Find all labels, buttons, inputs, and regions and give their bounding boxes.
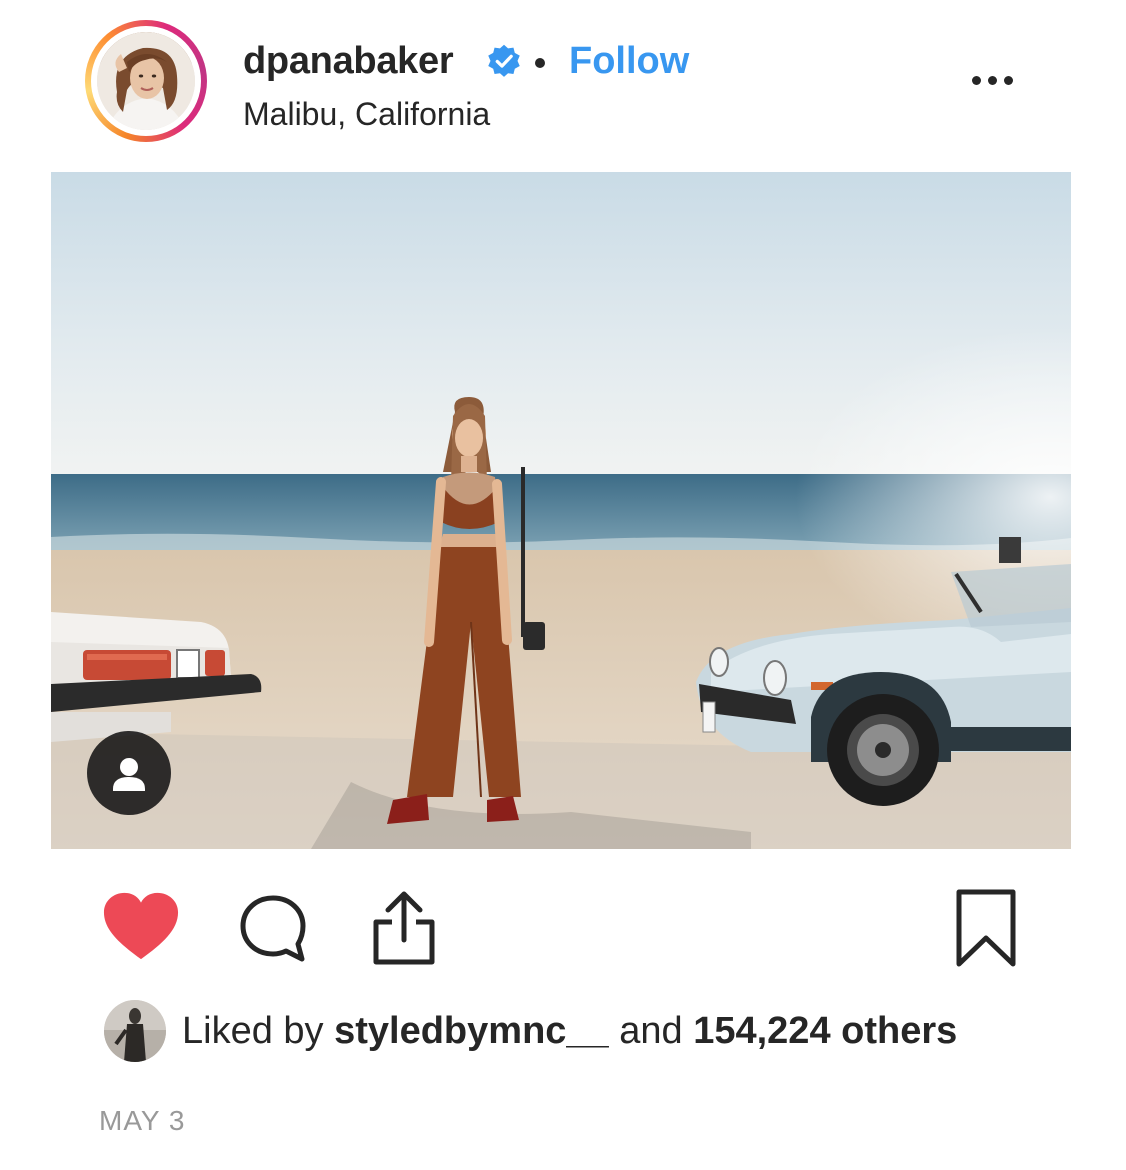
verified-badge-icon	[488, 44, 520, 77]
more-options-icon[interactable]	[966, 62, 1020, 102]
liker-avatar[interactable]	[104, 1000, 166, 1062]
likes-count[interactable]: 154,224 others	[693, 1010, 957, 1052]
user-tag-icon[interactable]	[87, 731, 171, 815]
username[interactable]: dpanabaker	[243, 38, 454, 84]
likes-prefix: Liked by	[182, 1010, 324, 1052]
comment-icon[interactable]	[236, 892, 310, 966]
post-image[interactable]	[51, 172, 1071, 849]
post-location[interactable]: Malibu, California	[243, 94, 490, 134]
follow-button[interactable]: Follow	[569, 38, 689, 84]
share-icon[interactable]	[368, 890, 440, 966]
profile-photo	[97, 32, 195, 130]
liker-username[interactable]: styledbymnc__	[334, 1010, 609, 1052]
bookmark-icon[interactable]	[953, 888, 1019, 968]
separator-dot	[535, 58, 545, 68]
instagram-post: dpanabaker Follow Malibu, California Lik…	[0, 0, 1126, 1170]
profile-avatar[interactable]	[85, 20, 207, 142]
heart-icon[interactable]	[102, 890, 180, 964]
likes-conjunction: and	[619, 1010, 683, 1052]
likes-summary: Liked by styledbymnc__ and 154,224 other…	[182, 1008, 957, 1054]
post-date[interactable]: MAY 3	[99, 1104, 185, 1138]
